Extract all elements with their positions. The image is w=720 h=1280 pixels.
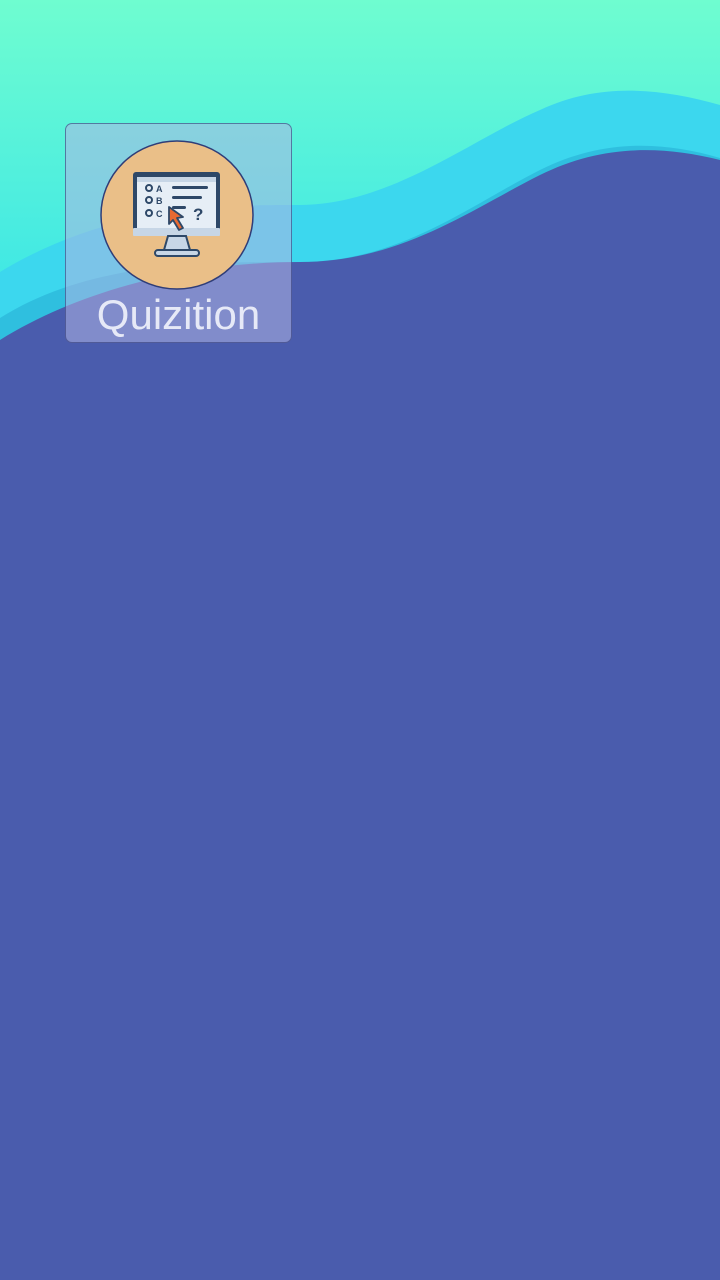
quiz-monitor-icon: A B C ?: [100, 140, 254, 290]
question-mark: ?: [193, 205, 203, 224]
home-screen: A B C ? Quizition: [0, 0, 720, 1280]
app-shortcut-quizition[interactable]: A B C ? Quizition: [65, 123, 292, 343]
choice-a-label: A: [156, 184, 163, 194]
choice-c-label: C: [156, 209, 163, 219]
choice-b-label: B: [156, 196, 163, 206]
app-label: Quizition: [96, 291, 261, 338]
